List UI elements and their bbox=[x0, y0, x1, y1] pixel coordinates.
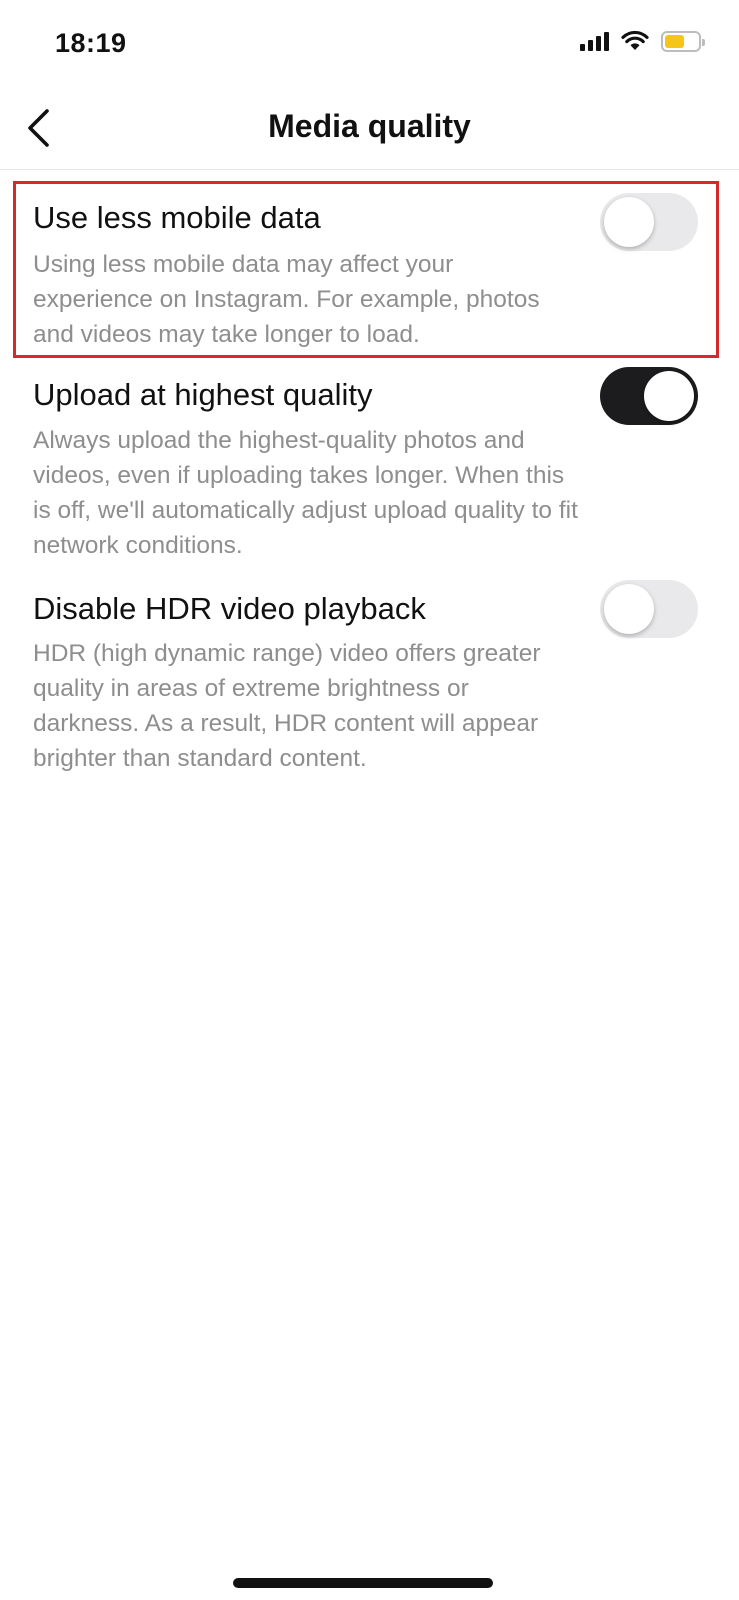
header: Media quality bbox=[0, 90, 739, 170]
toggle-knob bbox=[604, 584, 654, 634]
battery-level bbox=[665, 34, 685, 48]
setting-title: Use less mobile data bbox=[33, 200, 321, 235]
setting-description: Using less mobile data may affect your e… bbox=[33, 251, 540, 348]
setting-title: Disable HDR video playback bbox=[33, 591, 426, 626]
toggle-knob bbox=[604, 197, 654, 247]
setting-title: Upload at highest quality bbox=[33, 377, 373, 412]
toggle-knob bbox=[644, 371, 694, 421]
disable-hdr-playback-toggle[interactable] bbox=[600, 580, 698, 638]
cellular-signal-icon bbox=[580, 31, 609, 51]
home-indicator[interactable] bbox=[233, 1578, 493, 1588]
status-bar: 18:19 bbox=[0, 0, 739, 90]
setting-description: HDR (high dynamic range) video offers gr… bbox=[33, 640, 541, 772]
page-title: Media quality bbox=[268, 108, 471, 144]
battery-icon bbox=[661, 30, 705, 52]
setting-upload-highest-quality: Upload at highest quality Always upload … bbox=[0, 366, 739, 566]
status-time: 18:19 bbox=[55, 28, 127, 58]
setting-use-less-mobile-data: Use less mobile data Using less mobile d… bbox=[0, 190, 739, 355]
screen: 18:19 Media quality Use less mobile data… bbox=[0, 0, 739, 1600]
setting-description: Always upload the highest-quality photos… bbox=[33, 427, 578, 559]
use-less-mobile-data-toggle[interactable] bbox=[600, 193, 698, 251]
status-icons bbox=[580, 30, 705, 52]
setting-disable-hdr-playback: Disable HDR video playback HDR (high dyn… bbox=[0, 578, 739, 818]
wifi-icon bbox=[621, 30, 649, 50]
upload-highest-quality-toggle[interactable] bbox=[600, 367, 698, 425]
